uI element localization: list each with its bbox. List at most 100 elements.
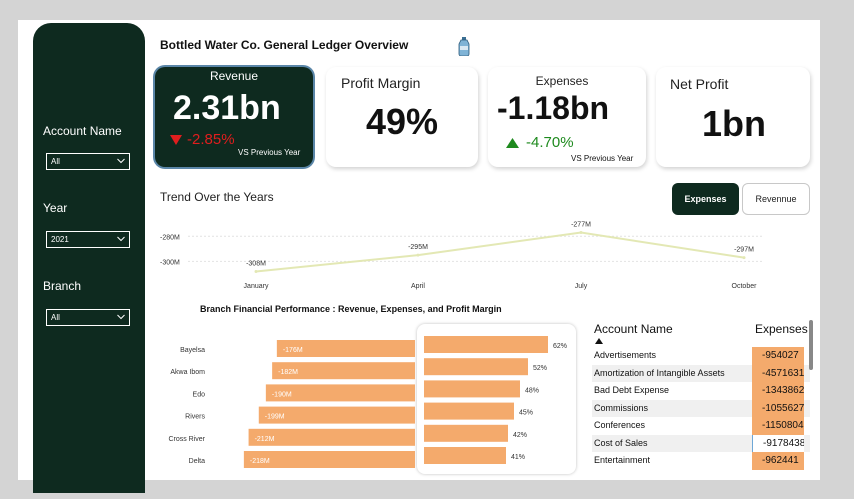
revenue-caption: VS Previous Year (238, 148, 301, 157)
sort-ascending-icon[interactable] (595, 338, 603, 344)
year-filter-select[interactable]: 2021 (46, 231, 130, 248)
table-header-account[interactable]: Account Name (594, 322, 673, 336)
account-name-filter-select[interactable]: All (46, 153, 130, 170)
table-cell-expense: -4571631 (752, 364, 804, 382)
expenses-change: -4.70% (526, 134, 574, 151)
table-cell-expense: -954027 (752, 347, 804, 365)
margin-bar (424, 380, 520, 398)
x-tick-label: July (575, 283, 588, 290)
chevron-down-icon (117, 314, 125, 320)
expense-data-label: -199M (265, 414, 285, 421)
table-cell-account: Entertainment (594, 455, 651, 465)
profit-margin-card: Profit Margin 49% (326, 67, 478, 167)
branch-bar-chart: Bayelsa -176M 62% Akwa Ibom -182M 52% Edo -190M… (168, 336, 567, 468)
table-row[interactable]: Bad Debt Expense -1343862 (592, 382, 810, 400)
expense-data-label: -190M (272, 391, 292, 398)
table-cell-account: Advertisements (594, 350, 657, 360)
x-tick-label: October (732, 283, 758, 290)
revenue-label: Revenue (209, 69, 259, 83)
filter-sidebar (33, 23, 145, 493)
table-cell-expense: -1055627 (752, 399, 804, 417)
y-tick-label: -300M (160, 259, 180, 266)
chevron-down-icon (117, 158, 125, 164)
expenses-card: Expenses -1.18bn -4.70% VS Previous Year (488, 67, 646, 167)
x-tick-label: January (244, 283, 269, 290)
expenses-toggle-button[interactable]: Expenses (672, 183, 739, 215)
table-row[interactable]: Entertainment -962441 (592, 452, 810, 470)
chevron-down-icon (117, 236, 125, 242)
expense-data-label: -212M (255, 436, 275, 443)
margin-bar (424, 447, 506, 464)
expenses-value: -1.18bn (497, 90, 610, 126)
table-cell-expense: -91784381 (752, 434, 804, 452)
expenses-label: Expenses (535, 74, 589, 88)
table-row[interactable]: Cost of Sales -91784381 (592, 434, 810, 452)
y-tick-label: -280M (160, 234, 180, 241)
arrow-down-icon (170, 135, 182, 145)
trend-data-label: -297M (734, 247, 754, 254)
x-tick-label: April (411, 283, 425, 290)
trend-line-chart: -280M -300M -308M January -295M April -277M Jul… (160, 222, 762, 290)
trend-data-label: -308M (246, 260, 266, 267)
account-name-filter-value: All (51, 157, 60, 166)
expenses-caption: VS Previous Year (571, 154, 634, 163)
margin-data-label: 52% (533, 365, 547, 372)
table-cell-account: Amortization of Intangible Assets (594, 367, 725, 378)
revenue-change: -2.85% (187, 131, 235, 148)
profit-margin-value: 49% (365, 101, 439, 142)
branch-filter-label: Branch (43, 279, 82, 293)
margin-bar (424, 358, 528, 376)
table-scrollbar[interactable] (809, 320, 813, 370)
net-profit-card: Net Profit 1bn (656, 67, 810, 167)
table-header-expenses[interactable]: Expenses (755, 322, 808, 336)
branch-category-label: Delta (189, 458, 205, 465)
trend-title: Trend Over the Years (160, 190, 274, 204)
table-cell-expense: -962441 (752, 452, 804, 470)
expense-data-label: -176M (283, 347, 303, 354)
margin-data-label: 45% (519, 410, 533, 417)
margin-data-label: 42% (513, 432, 527, 439)
trend-data-label: -277M (571, 222, 591, 229)
year-filter-value: 2021 (51, 235, 69, 244)
branch-category-label: Bayelsa (180, 347, 205, 354)
arrow-up-icon (506, 138, 519, 148)
margin-bar (424, 424, 508, 442)
net-profit-label: Net Profit (670, 76, 729, 92)
branch-category-label: Cross River (168, 436, 205, 443)
trend-data-label: -295M (408, 244, 428, 251)
trend-point (579, 231, 583, 235)
branch-filter-select[interactable]: All (46, 309, 130, 326)
branch-chart-title: Branch Financial Performance : Revenue, … (200, 304, 502, 314)
table-row[interactable]: Conferences -1150804 (592, 417, 810, 435)
year-filter-label: Year (43, 201, 68, 215)
water-bottle-icon (458, 37, 470, 56)
margin-data-label: 48% (525, 387, 539, 394)
revenue-value: 2.31bn (173, 89, 281, 127)
margin-bar (424, 336, 548, 353)
branch-filter-value: All (51, 313, 60, 322)
branch-category-label: Akwa Ibom (170, 369, 205, 376)
table-cell-expense: -1343862 (752, 382, 804, 400)
branch-category-label: Edo (193, 391, 206, 398)
margin-data-label: 62% (553, 343, 567, 350)
revenue-card: Revenue 2.31bn -2.85% VS Previous Year (155, 67, 313, 167)
table-cell-account: Commissions (594, 402, 649, 413)
trend-point (742, 256, 746, 260)
trend-series-line (255, 231, 745, 273)
profit-margin-label: Profit Margin (341, 75, 421, 91)
table-cell-account: Bad Debt Expense (594, 385, 670, 395)
trend-point (416, 253, 420, 257)
table-cell-expense: -1150804 (752, 417, 804, 435)
margin-data-label: 41% (511, 454, 525, 461)
account-name-filter-label: Account Name (43, 124, 122, 138)
account-expense-table: Account Name Expenses Advertisements -954… (592, 320, 814, 475)
revenue-toggle-button[interactable]: Revennue (742, 183, 810, 215)
net-profit-value: 1bn (701, 103, 766, 144)
table-cell-account: Conferences (594, 420, 646, 430)
branch-category-label: Rivers (185, 414, 205, 421)
trend-point (254, 269, 258, 273)
table-row[interactable]: Commissions -1055627 (592, 399, 810, 417)
table-row[interactable]: Advertisements -954027 (592, 347, 810, 365)
page-title: Bottled Water Co. General Ledger Overvie… (160, 38, 409, 52)
table-row[interactable]: Amortization of Intangible Assets -457163… (592, 364, 810, 382)
